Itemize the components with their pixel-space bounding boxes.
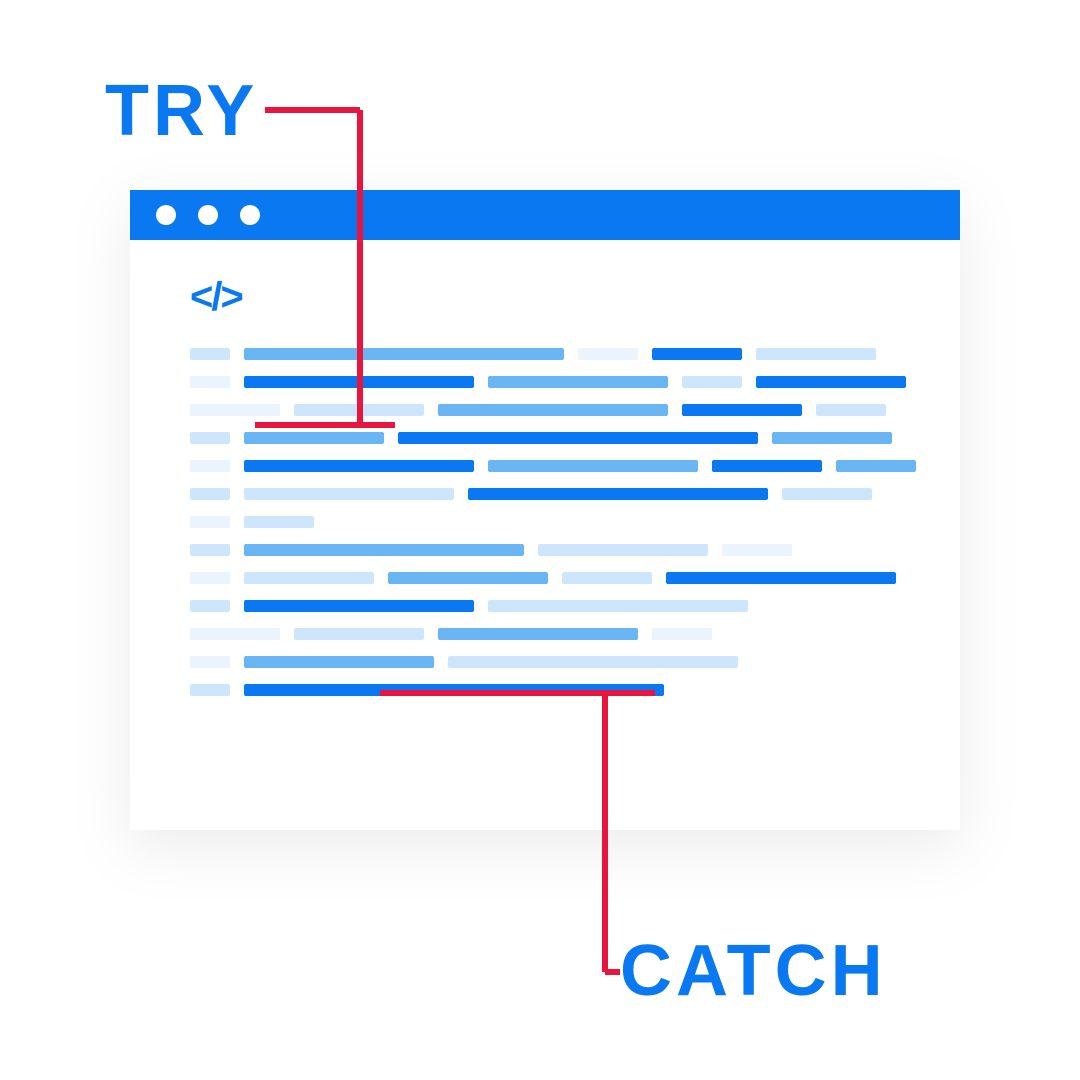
code-row <box>190 544 920 556</box>
code-row <box>190 656 920 668</box>
window-dot-icon <box>240 205 260 225</box>
code-row <box>190 628 920 640</box>
code-row <box>190 516 920 528</box>
code-row <box>190 404 920 416</box>
code-row <box>190 572 920 584</box>
code-window: </> <box>130 190 960 830</box>
code-row <box>190 460 920 472</box>
try-label: TRY <box>105 70 258 152</box>
code-area: </> <box>190 275 920 712</box>
code-row <box>190 684 920 696</box>
window-dot-icon <box>198 205 218 225</box>
catch-label: CATCH <box>620 930 887 1012</box>
code-row <box>190 488 920 500</box>
code-row <box>190 432 920 444</box>
code-tag-icon: </> <box>190 275 242 320</box>
code-row <box>190 376 920 388</box>
code-row <box>190 348 920 360</box>
window-titlebar <box>130 190 960 240</box>
code-row <box>190 600 920 612</box>
window-dot-icon <box>156 205 176 225</box>
